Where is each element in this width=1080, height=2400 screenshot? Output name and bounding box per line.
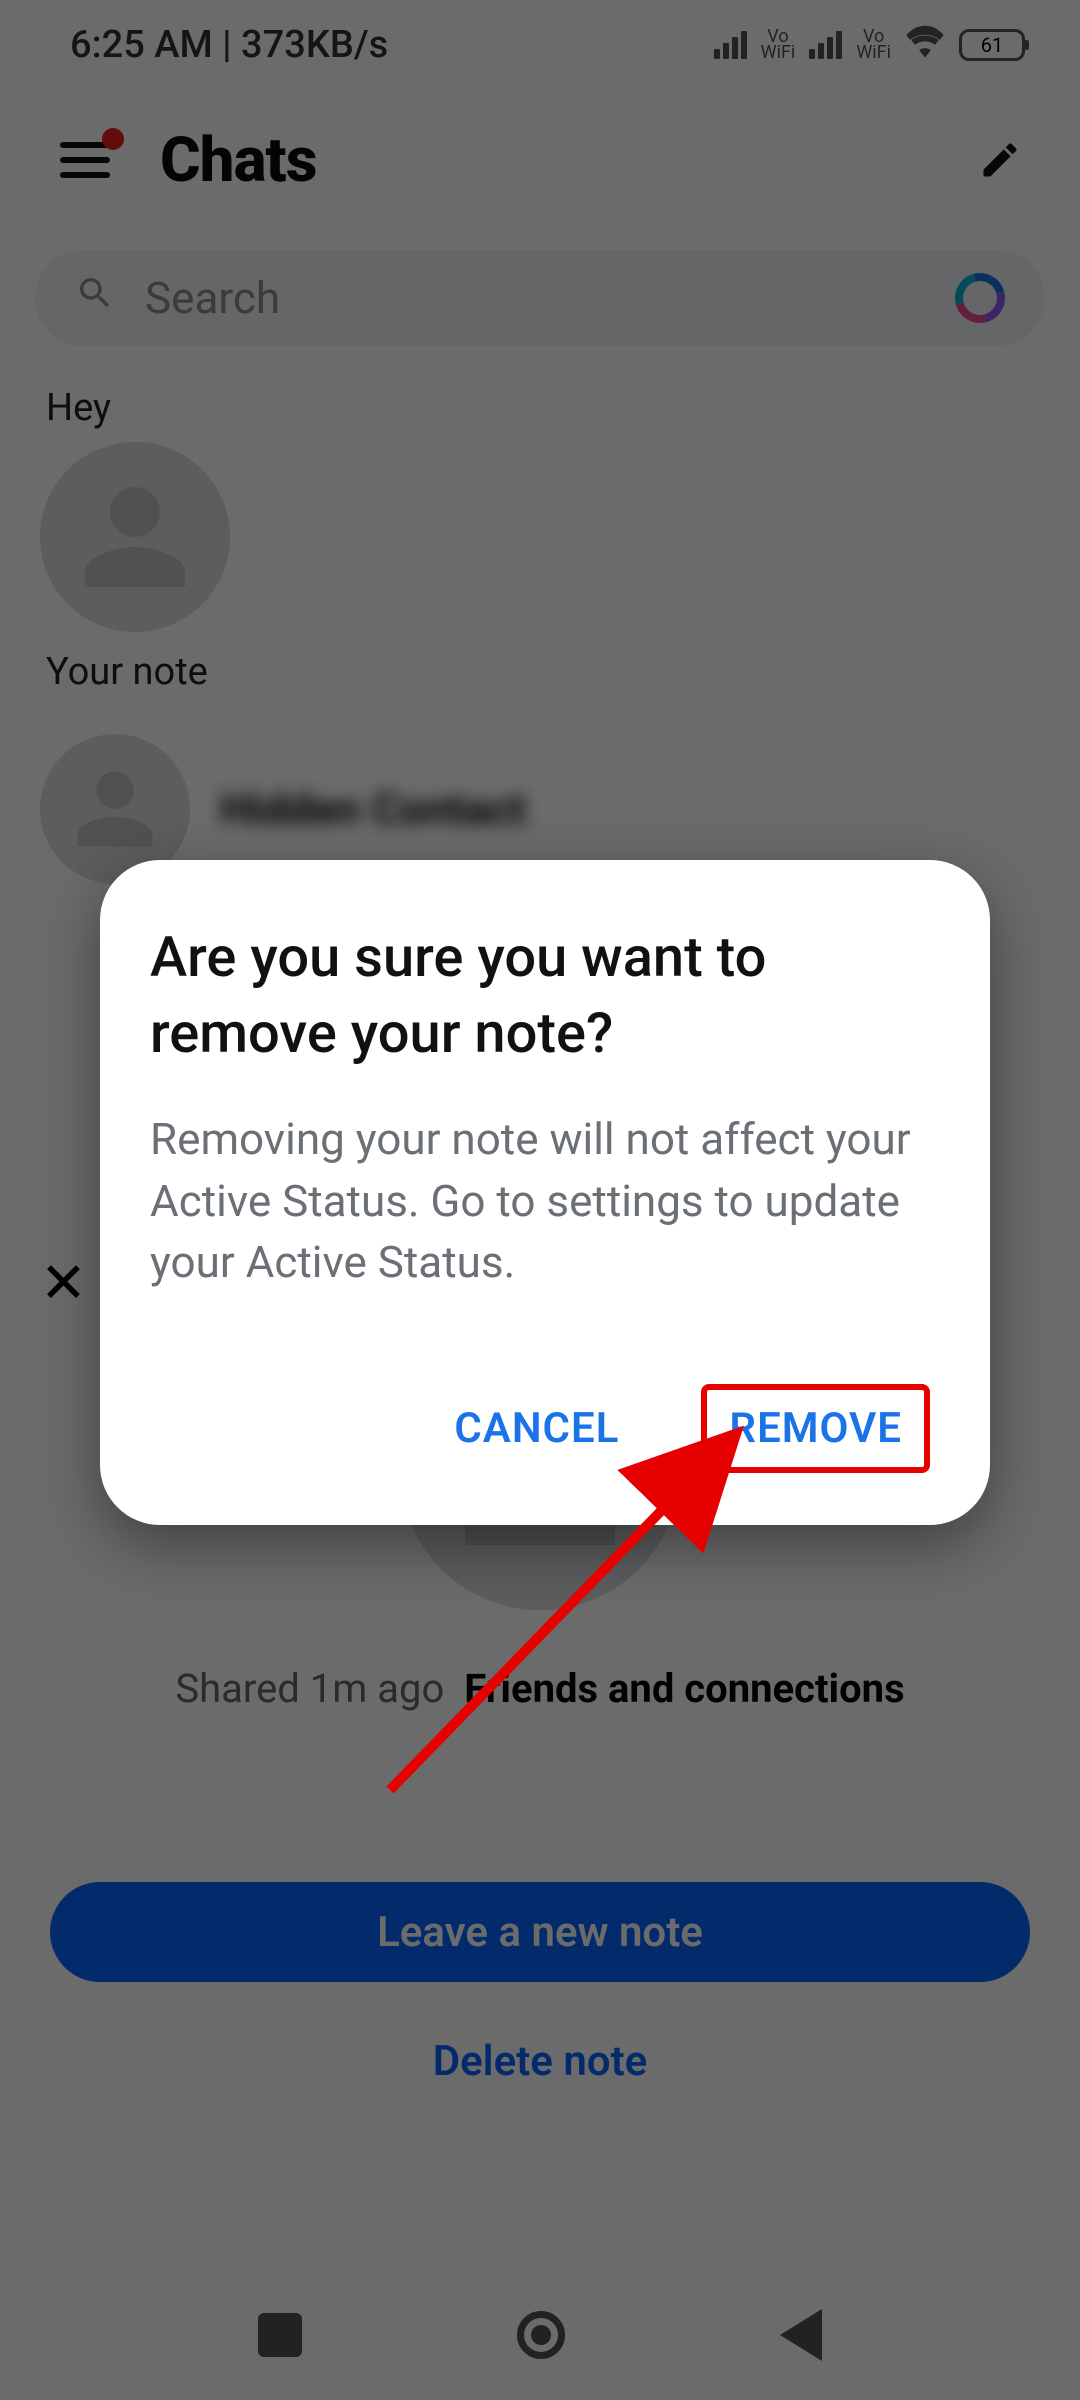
recent-apps-button[interactable] bbox=[258, 2313, 302, 2357]
confirm-remove-dialog: Are you sure you want to remove your not… bbox=[100, 860, 990, 1525]
remove-button[interactable]: REMOVE bbox=[701, 1384, 930, 1473]
dialog-body: Removing your note will not affect your … bbox=[150, 1109, 940, 1294]
cancel-button[interactable]: CANCEL bbox=[432, 1390, 641, 1467]
dialog-actions: CANCEL REMOVE bbox=[150, 1384, 940, 1485]
system-nav-bar bbox=[0, 2270, 1080, 2400]
home-button[interactable] bbox=[517, 2311, 565, 2359]
dialog-title: Are you sure you want to remove your not… bbox=[150, 920, 940, 1071]
back-button[interactable] bbox=[780, 2309, 822, 2361]
